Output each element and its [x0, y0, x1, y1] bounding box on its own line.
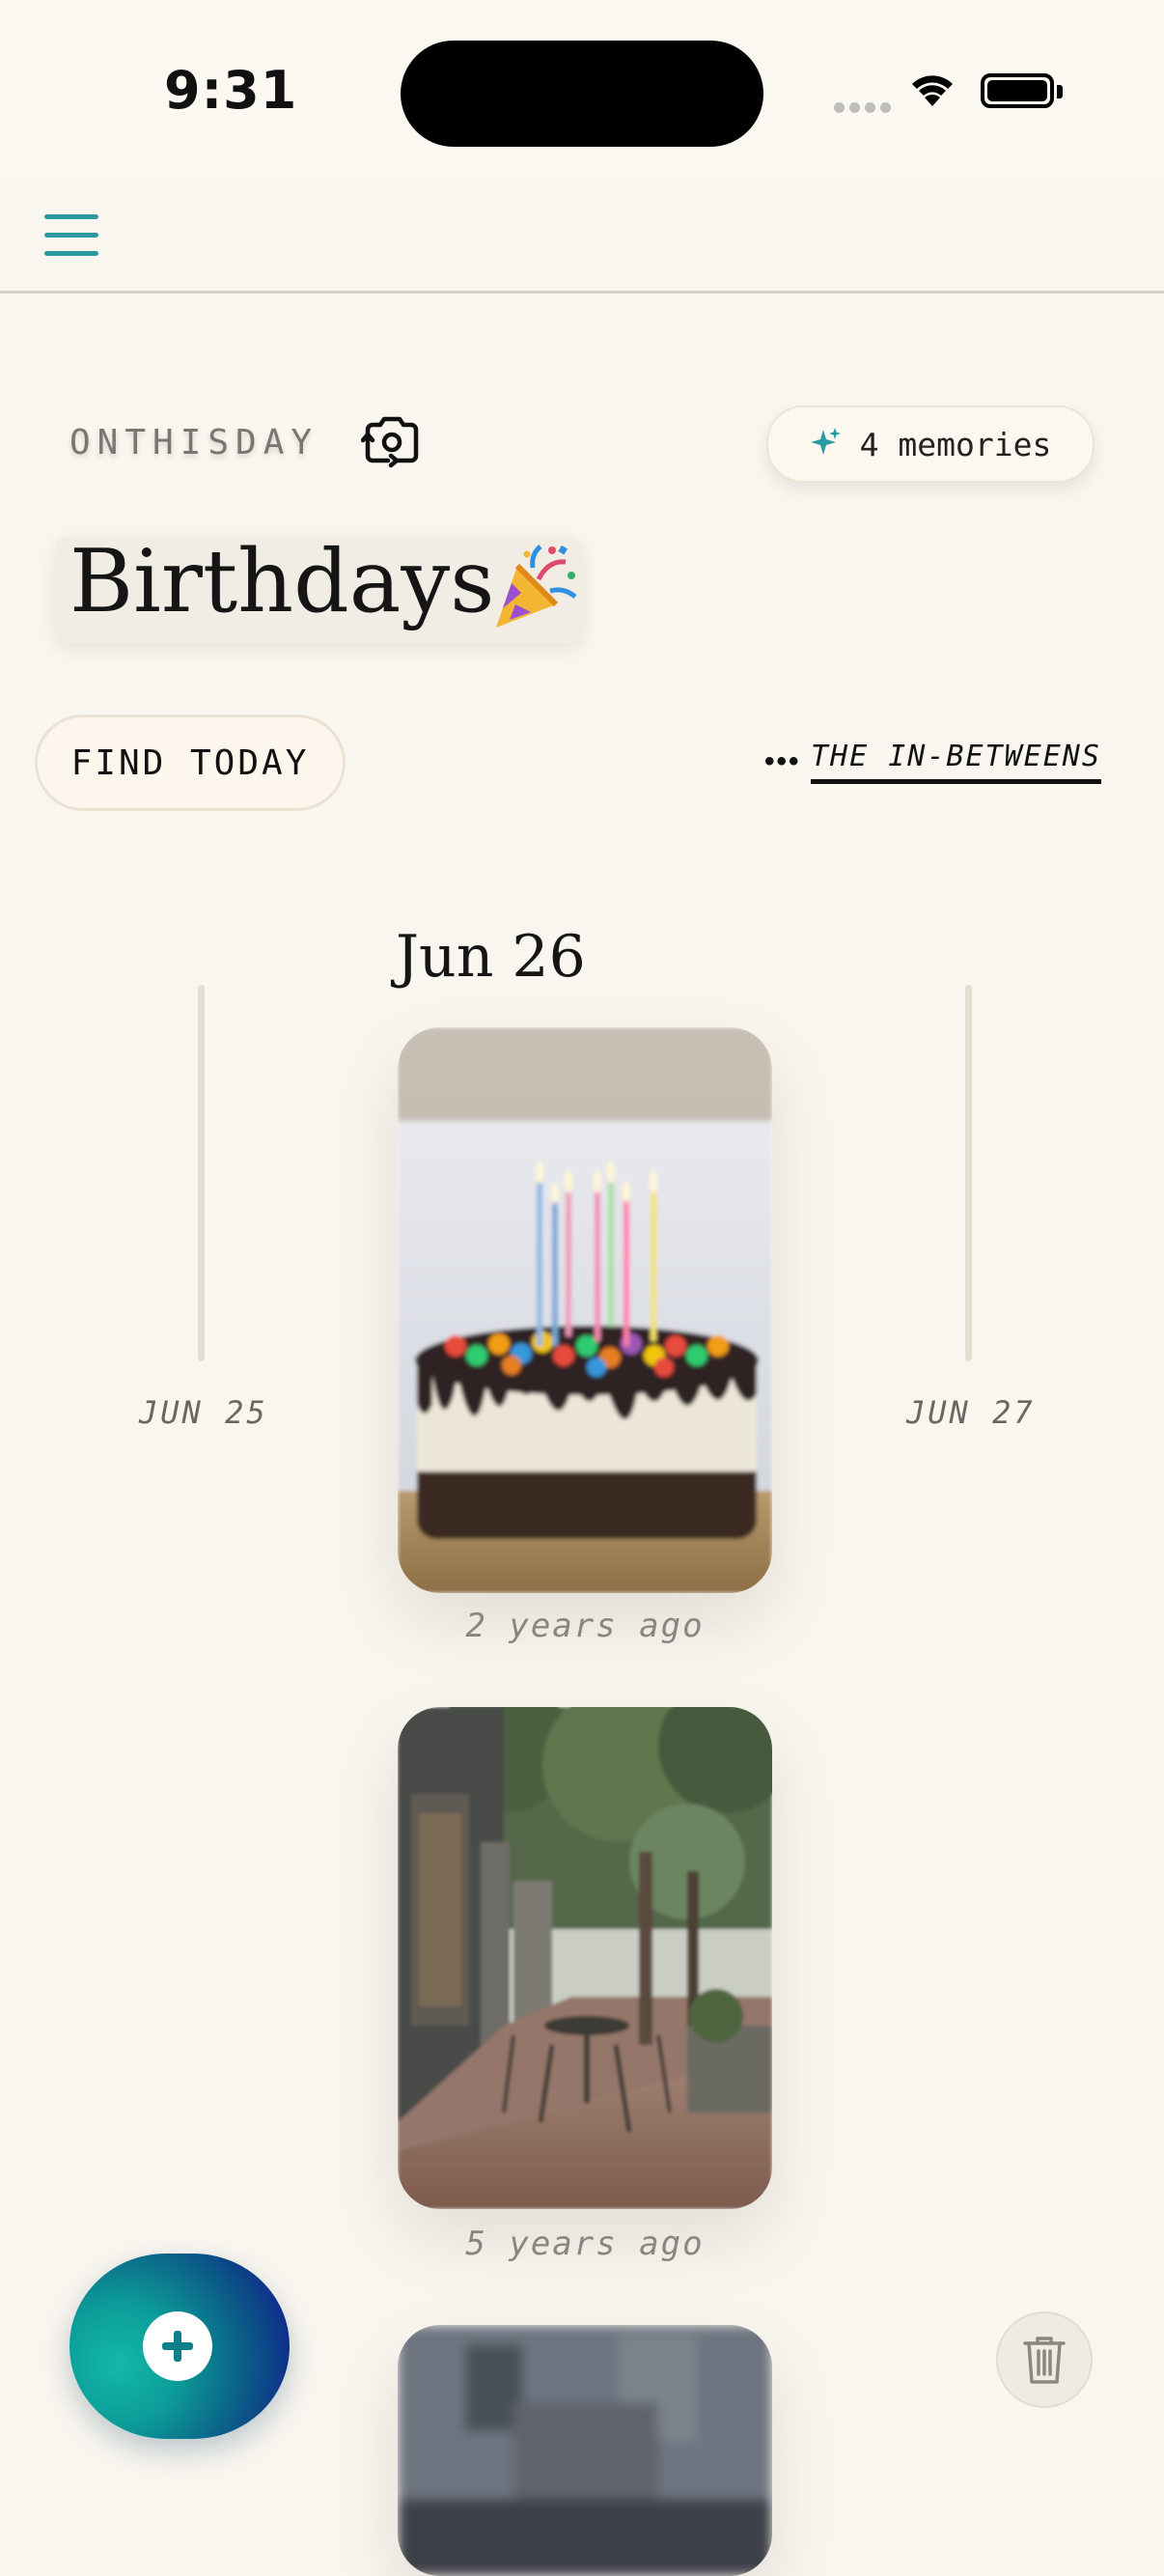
memory-card[interactable]: [398, 1707, 772, 2209]
dynamic-island: [401, 41, 763, 147]
header-divider: [0, 291, 1164, 294]
plus-icon: [143, 2311, 212, 2381]
sparkle-icon: [810, 426, 843, 463]
memory-card[interactable]: [398, 1027, 772, 1593]
more-dots: •••: [764, 745, 801, 777]
battery-icon: [981, 73, 1054, 108]
prev-date-label[interactable]: JUN 25: [139, 1394, 268, 1431]
camera-switch-icon[interactable]: [360, 411, 423, 469]
battery-cap: [1057, 85, 1063, 98]
page-title: Birthdays: [69, 531, 495, 632]
birthday-cake-photo: [398, 1027, 772, 1593]
trash-icon: [1023, 2337, 1066, 2384]
brand-name: ONTHISDAY: [69, 423, 319, 462]
party-popper-icon: [488, 541, 581, 633]
next-day-line: [965, 985, 972, 1361]
cellular-signal-icon: [834, 100, 896, 118]
prev-day-line: [198, 985, 205, 1361]
wifi-icon: [907, 70, 957, 113]
memories-count-pill[interactable]: 4 memories: [766, 406, 1095, 483]
trash-button[interactable]: [996, 2311, 1093, 2408]
status-time: 9:31: [164, 60, 298, 121]
street-cafe-photo: [398, 1707, 772, 2209]
memory-age-label: 2 years ago: [465, 1607, 705, 1645]
next-date-label[interactable]: JUN 27: [906, 1394, 1036, 1431]
memory-card[interactable]: [398, 2325, 772, 2576]
add-memory-button[interactable]: [69, 2254, 290, 2439]
memory-age-label: 5 years ago: [465, 2225, 705, 2263]
hamburger-menu-icon[interactable]: [44, 214, 98, 257]
current-date-heading: Jun 26: [396, 923, 586, 991]
in-betweens-link[interactable]: THE IN-BETWEENS: [811, 740, 1101, 784]
memories-count-label: 4 memories: [859, 425, 1052, 463]
blurred-room-photo: [398, 2325, 772, 2576]
find-today-button[interactable]: FIND TODAY: [35, 714, 346, 811]
